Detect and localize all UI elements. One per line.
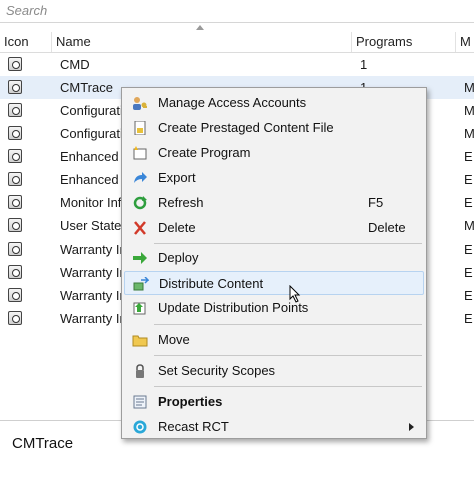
- package-icon: [8, 195, 22, 209]
- menu-item-delete[interactable]: Delete Delete: [124, 216, 424, 240]
- row-name: CMD: [60, 57, 90, 72]
- package-icon: [8, 149, 22, 163]
- create-program-icon: [133, 146, 147, 160]
- row-programs: 1: [360, 57, 368, 72]
- package-icon: [8, 242, 22, 256]
- folder-move-icon: [132, 335, 148, 347]
- menu-item-refresh[interactable]: Refresh F5: [124, 191, 424, 215]
- users-key-icon: [133, 97, 147, 110]
- menu-item-label: Properties: [158, 394, 223, 409]
- column-header-name[interactable]: Name: [52, 32, 352, 52]
- menu-item-label: Create Prestaged Content File: [158, 120, 334, 135]
- column-header-row: Icon Name Programs M: [0, 32, 474, 53]
- menu-item-label: Deploy: [158, 250, 199, 265]
- mouse-pointer-icon: [289, 285, 301, 303]
- menu-item-shortcut: F5: [368, 195, 384, 210]
- prestaged-file-icon: [134, 121, 146, 135]
- menu-item-move[interactable]: Move: [124, 328, 424, 352]
- lock-icon: [136, 364, 144, 378]
- package-icon: [8, 265, 22, 279]
- row-m: E: [464, 149, 473, 164]
- column-header-m[interactable]: M: [456, 32, 474, 52]
- deploy-arrow-icon: [133, 252, 147, 264]
- column-header-programs[interactable]: Programs: [352, 32, 456, 52]
- package-icon: [8, 126, 22, 140]
- submenu-arrow-icon: [409, 423, 414, 431]
- menu-item-properties[interactable]: Properties: [124, 390, 424, 414]
- row-m: M: [464, 126, 474, 141]
- row-m: E: [464, 288, 473, 303]
- menu-separator: [154, 355, 422, 356]
- properties-icon: [133, 395, 147, 409]
- package-icon: [8, 218, 22, 232]
- search-input[interactable]: Search: [6, 3, 47, 18]
- menu-item-label: Export: [158, 170, 196, 185]
- search-bar[interactable]: Search: [0, 0, 474, 23]
- menu-item-distribute-content[interactable]: Distribute Content: [124, 271, 424, 295]
- column-header-icon[interactable]: Icon: [0, 32, 52, 52]
- row-name: Configurati: [60, 103, 123, 118]
- menu-separator: [154, 243, 422, 244]
- row-m: E: [464, 195, 473, 210]
- package-icon: [8, 172, 22, 186]
- menu-item-export[interactable]: Export: [124, 166, 424, 190]
- menu-item-update-distribution-points[interactable]: Update Distribution Points: [124, 296, 424, 320]
- menu-item-label: Set Security Scopes: [158, 363, 276, 378]
- row-m: E: [464, 265, 473, 280]
- row-name: User State: [60, 218, 122, 233]
- menu-item-label: Delete: [158, 220, 196, 235]
- context-menu: Manage Access Accounts Create Prestaged …: [121, 87, 427, 439]
- details-title: CMTrace: [12, 435, 74, 452]
- menu-item-shortcut: Delete: [368, 220, 406, 235]
- row-name: CMTrace: [60, 80, 113, 95]
- menu-item-set-security-scopes[interactable]: Set Security Scopes: [124, 359, 424, 383]
- update-dp-icon: [133, 302, 146, 315]
- export-arrow-icon: [134, 172, 147, 183]
- menu-item-deploy[interactable]: Deploy: [124, 246, 424, 270]
- package-icon: [8, 57, 22, 71]
- delete-x-icon: [134, 221, 146, 235]
- menu-separator: [154, 324, 422, 325]
- table-row[interactable]: CMD 1: [0, 53, 474, 76]
- menu-item-label: Distribute Content: [159, 276, 264, 291]
- menu-item-manage-access-accounts[interactable]: Manage Access Accounts: [124, 91, 424, 115]
- recast-icon: [133, 420, 147, 434]
- row-m: M: [464, 103, 474, 118]
- menu-item-recast-rct[interactable]: Recast RCT: [124, 415, 424, 439]
- menu-item-create-program[interactable]: Create Program: [124, 141, 424, 165]
- row-name: Warranty In: [60, 242, 127, 257]
- row-name: Configurati: [60, 126, 123, 141]
- row-name: Warranty In: [60, 265, 127, 280]
- row-m: E: [464, 172, 473, 187]
- refresh-icon: [133, 196, 147, 210]
- row-name: Monitor Inf: [60, 195, 122, 210]
- package-icon: [8, 103, 22, 117]
- row-name: Warranty In: [60, 311, 127, 326]
- menu-item-create-prestaged-content-file[interactable]: Create Prestaged Content File: [124, 116, 424, 140]
- menu-item-label: Refresh: [158, 195, 204, 210]
- row-m: M: [464, 80, 474, 95]
- package-icon: [8, 80, 22, 94]
- row-m: E: [464, 311, 473, 326]
- menu-item-label: Create Program: [158, 145, 251, 160]
- menu-separator: [154, 386, 422, 387]
- distribute-content-icon: [133, 277, 149, 291]
- row-m: E: [464, 242, 473, 257]
- package-icon: [8, 288, 22, 302]
- menu-item-label: Manage Access Accounts: [158, 95, 307, 110]
- row-m: M: [464, 218, 474, 233]
- sort-ascending-icon: [196, 25, 204, 30]
- menu-item-label: Move: [158, 332, 190, 347]
- package-icon: [8, 311, 22, 325]
- menu-item-label: Update Distribution Points: [158, 300, 309, 315]
- row-name: Warranty In: [60, 288, 127, 303]
- menu-item-label: Recast RCT: [158, 419, 229, 434]
